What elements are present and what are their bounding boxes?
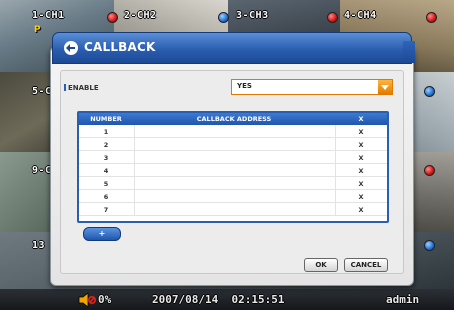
channel-label-3: 3-CH3 — [236, 10, 269, 21]
callback-address-cell[interactable] — [134, 138, 336, 150]
table-header: NUMBER CALLBACK ADDRESS X — [79, 113, 387, 125]
channel-label-9: 9-C — [32, 165, 52, 176]
chevron-down-icon[interactable] — [378, 80, 392, 94]
delete-row-button[interactable]: X — [335, 154, 387, 162]
row-number: 1 — [103, 128, 109, 136]
cancel-button[interactable]: CANCEL — [344, 258, 388, 272]
add-address-button[interactable]: + — [83, 227, 121, 241]
column-header-address: CALLBACK ADDRESS — [196, 115, 272, 123]
live-indicator-icon — [218, 12, 229, 23]
user-name: admin — [386, 293, 420, 306]
datetime-display: 2007/08/14 02:15:51 — [152, 293, 285, 306]
callback-address-cell[interactable] — [134, 164, 336, 176]
camera-badge-icon: P — [34, 25, 41, 35]
row-number: 5 — [103, 180, 109, 188]
column-header-delete: X — [358, 115, 364, 123]
enable-label: ENABLE — [68, 84, 99, 92]
record-indicator-icon — [426, 12, 437, 23]
table-row: 2 X — [79, 138, 387, 151]
live-indicator-icon — [424, 86, 435, 97]
delete-row-button[interactable]: X — [335, 167, 387, 175]
delete-row-button[interactable]: X — [335, 180, 387, 188]
channel-label-4: 4-CH4 — [344, 10, 377, 21]
row-number: 6 — [103, 193, 109, 201]
row-number: 3 — [103, 154, 109, 162]
dialog-title: CALLBACK — [84, 40, 156, 54]
dialog-title-bar: CALLBACK — [52, 32, 415, 64]
enable-select-value: YES — [237, 82, 252, 90]
channel-label-1: 1-CH1 — [32, 10, 65, 21]
callback-table: NUMBER CALLBACK ADDRESS X 1 X 2 X 3 X 4 — [77, 111, 389, 223]
channel-label-13: 13 — [32, 240, 46, 251]
table-row: 3 X — [79, 151, 387, 164]
live-indicator-icon — [424, 240, 435, 251]
callback-dialog: CALLBACK ENABLE YES NUMBER CALLBACK ADDR… — [50, 32, 415, 286]
table-row: 5 X — [79, 177, 387, 190]
callback-address-cell[interactable] — [134, 203, 336, 215]
record-indicator-icon — [107, 12, 118, 23]
delete-row-button[interactable]: X — [335, 193, 387, 201]
callback-address-cell[interactable] — [134, 125, 336, 137]
row-number: 4 — [103, 167, 109, 175]
delete-row-button[interactable]: X — [335, 141, 387, 149]
delete-row-button[interactable]: X — [335, 128, 387, 136]
table-row: 6 X — [79, 190, 387, 203]
volume-level: 0% — [98, 293, 112, 306]
row-number: 2 — [103, 141, 109, 149]
dialog-content: ENABLE YES NUMBER CALLBACK ADDRESS X 1 X… — [60, 70, 404, 274]
field-marker-icon — [64, 84, 66, 91]
column-header-number: NUMBER — [90, 115, 122, 123]
record-indicator-icon — [327, 12, 338, 23]
ok-button[interactable]: OK — [304, 258, 338, 272]
speaker-icon[interactable] — [78, 293, 96, 307]
channel-label-2: 2-CH2 — [124, 10, 157, 21]
callback-address-cell[interactable] — [134, 177, 336, 189]
row-number: 7 — [103, 206, 109, 214]
table-row: 7 X — [79, 203, 387, 216]
table-row: 1 X — [79, 125, 387, 138]
back-arrow-icon[interactable] — [64, 41, 78, 55]
record-indicator-icon — [424, 165, 435, 176]
callback-address-cell[interactable] — [134, 151, 336, 163]
channel-label-5: 5-C — [32, 86, 52, 97]
delete-row-button[interactable]: X — [335, 206, 387, 214]
enable-select[interactable]: YES — [231, 79, 393, 95]
callback-address-cell[interactable] — [134, 190, 336, 202]
table-row: 4 X — [79, 164, 387, 177]
